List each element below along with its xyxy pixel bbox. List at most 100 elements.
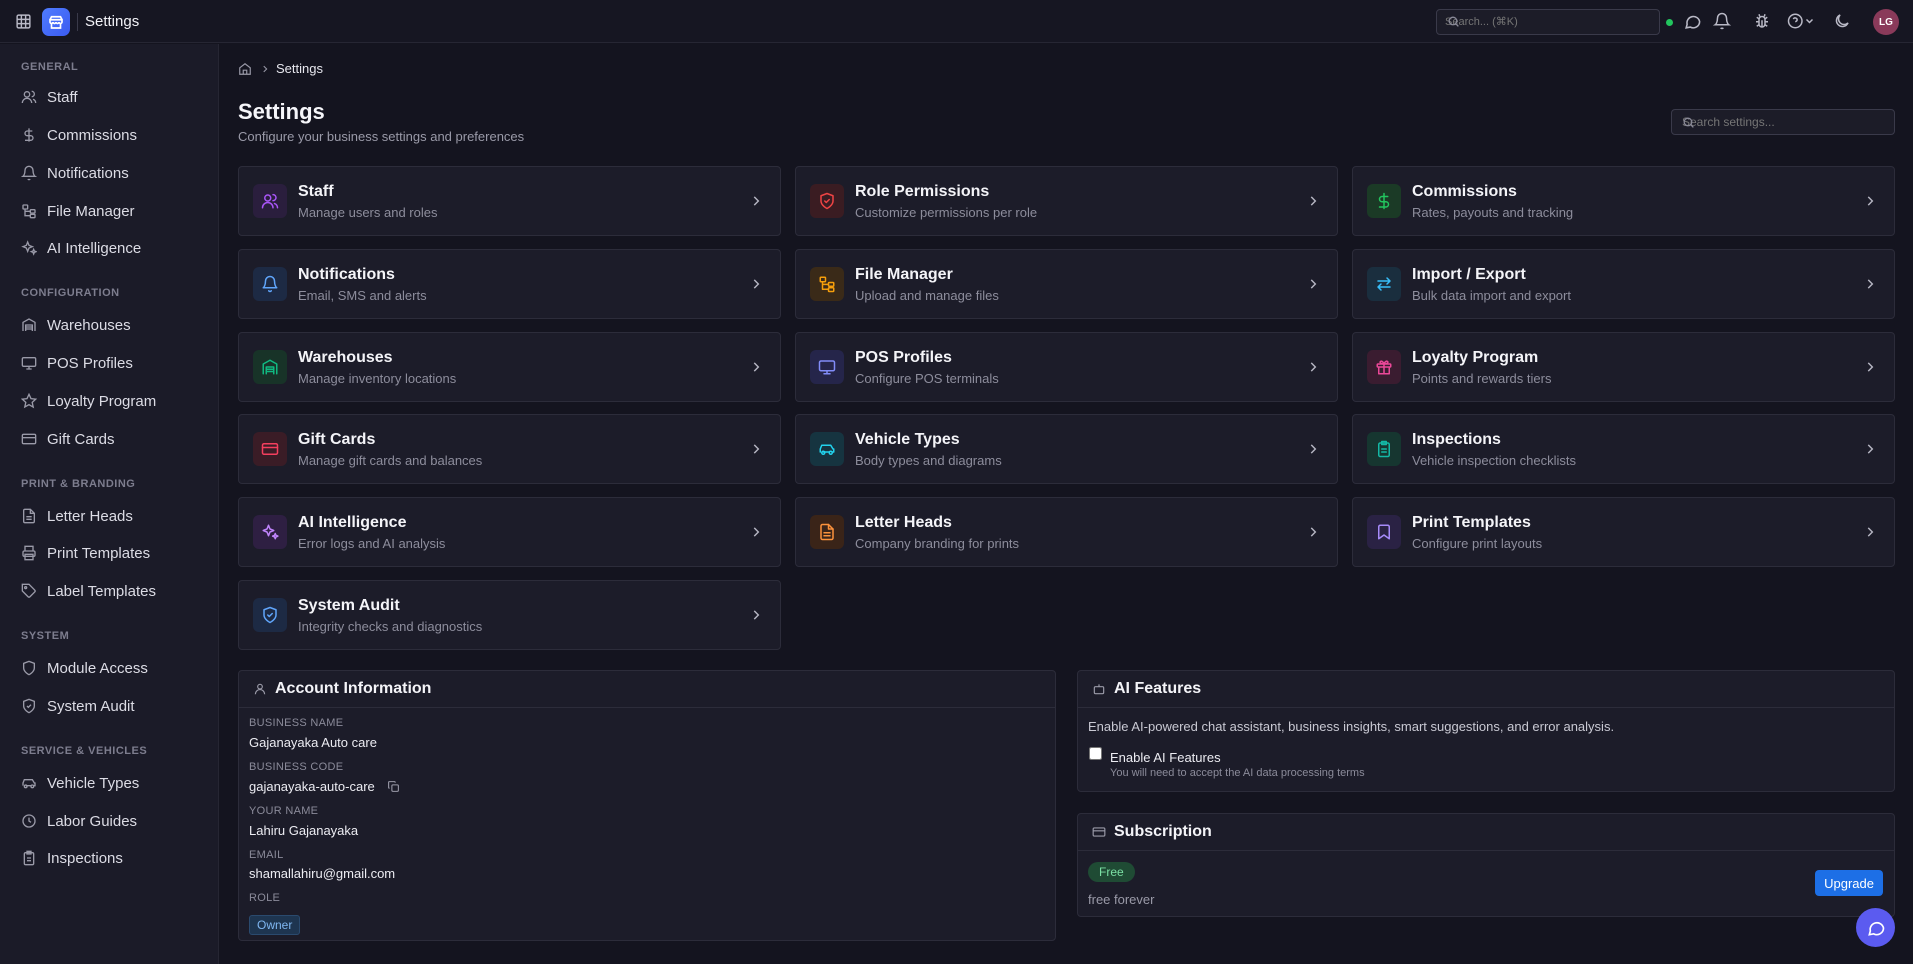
sidebar-item-ai-intelligence[interactable]: AI Intelligence [21, 233, 211, 263]
sidebar-item-commissions[interactable]: Commissions [21, 120, 211, 150]
bell-icon[interactable] [1713, 12, 1731, 30]
users-icon [253, 184, 287, 218]
sidebar-item-system-audit[interactable]: System Audit [21, 691, 211, 721]
dollar-icon [1367, 184, 1401, 218]
sidebar-item-label: Print Templates [47, 544, 151, 562]
your-name-label: YOUR NAME [249, 805, 319, 817]
panel-title: Subscription [1114, 823, 1212, 840]
chevron-right-icon [1863, 194, 1877, 208]
card-description: Vehicle inspection checklists [1412, 453, 1577, 468]
car-icon [21, 775, 39, 791]
card-description: Bulk data import and export [1412, 288, 1571, 303]
settings-card-print-templates[interactable]: Print Templates Configure print layouts [1352, 497, 1895, 567]
settings-card-staff[interactable]: Staff Manage users and roles [238, 166, 781, 236]
upgrade-button[interactable]: Upgrade [1815, 870, 1883, 896]
robot-icon [1092, 682, 1106, 696]
card-title: Print Templates [1412, 514, 1531, 531]
panel-header: AI Features [1078, 671, 1894, 708]
sidebar-section-system: SYSTEM [21, 630, 70, 642]
sidebar-item-letter-heads[interactable]: Letter Heads [21, 501, 211, 531]
settings-search-input[interactable] [1671, 109, 1895, 135]
sidebar-item-inspections[interactable]: Inspections [21, 843, 211, 873]
settings-card-pos-profiles[interactable]: POS Profiles Configure POS terminals [795, 332, 1338, 402]
card-title: Commissions [1412, 183, 1517, 200]
settings-card-warehouses[interactable]: Warehouses Manage inventory locations [238, 332, 781, 402]
top-bar: Settings LG [0, 0, 1913, 43]
chevron-right-icon [1306, 194, 1320, 208]
settings-card-system-audit[interactable]: System Audit Integrity checks and diagnos… [238, 580, 781, 650]
enable-ai-checkbox[interactable] [1089, 747, 1102, 760]
chevron-right-icon [1863, 442, 1877, 456]
home-icon[interactable] [238, 62, 252, 76]
document-icon [21, 508, 39, 524]
help-icon[interactable] [1787, 12, 1817, 30]
settings-card-gift-cards[interactable]: Gift Cards Manage gift cards and balances [238, 414, 781, 484]
settings-card-inspections[interactable]: Inspections Vehicle inspection checklists [1352, 414, 1895, 484]
sidebar-item-label-templates[interactable]: Label Templates [21, 576, 211, 606]
apps-grid-icon[interactable] [15, 13, 32, 30]
breadcrumb-current: Settings [276, 61, 323, 76]
sidebar-item-label: Module Access [47, 659, 148, 677]
settings-card-file-manager[interactable]: File Manager Upload and manage files [795, 249, 1338, 319]
sidebar-section-print-branding: PRINT & BRANDING [21, 478, 136, 490]
arrows-icon [1367, 267, 1401, 301]
page-subtitle: Configure your business settings and pre… [238, 129, 525, 144]
card-title: File Manager [855, 266, 953, 283]
sidebar-item-vehicle-types[interactable]: Vehicle Types [21, 768, 211, 798]
sidebar-item-warehouses[interactable]: Warehouses [21, 310, 211, 340]
shield-icon [21, 660, 39, 676]
bug-icon[interactable] [1753, 12, 1771, 30]
app-title: Settings [85, 13, 140, 30]
settings-card-commissions[interactable]: Commissions Rates, payouts and tracking [1352, 166, 1895, 236]
settings-card-ai-intelligence[interactable]: AI Intelligence Error logs and AI analysi… [238, 497, 781, 567]
settings-card-letter-heads[interactable]: Letter Heads Company branding for prints [795, 497, 1338, 567]
theme-toggle-icon[interactable] [1833, 12, 1851, 30]
card-description: Configure print layouts [1412, 536, 1543, 551]
sparkles-icon [21, 240, 39, 256]
card-title: Import / Export [1412, 266, 1526, 283]
panel-title: Account Information [275, 680, 432, 697]
copy-icon[interactable] [387, 780, 400, 793]
sidebar-item-print-templates[interactable]: Print Templates [21, 538, 211, 568]
enable-ai-label[interactable]: Enable AI Features [1110, 750, 1221, 765]
user-icon [253, 682, 267, 696]
card-icon [1092, 825, 1106, 839]
sparkles-icon [253, 515, 287, 549]
sidebar-item-labor-guides[interactable]: Labor Guides [21, 806, 211, 836]
chevron-right-icon [749, 442, 763, 456]
chat-icon[interactable] [1683, 12, 1702, 31]
sidebar-section-service-vehicles: SERVICE & VEHICLES [21, 745, 148, 757]
chat-assistant-button[interactable] [1856, 908, 1895, 947]
sidebar-item-loyalty-program[interactable]: Loyalty Program [21, 386, 211, 416]
sidebar-item-module-access[interactable]: Module Access [21, 653, 211, 683]
star-icon [21, 393, 39, 409]
app-logo[interactable] [42, 8, 70, 36]
role-label: ROLE [249, 892, 281, 904]
settings-card-import-export[interactable]: Import / Export Bulk data import and expo… [1352, 249, 1895, 319]
chevron-right-icon [1306, 277, 1320, 291]
chevron-right-icon [1863, 360, 1877, 374]
sidebar-item-pos-profiles[interactable]: POS Profiles [21, 348, 211, 378]
plan-badge: Free [1088, 862, 1135, 882]
settings-card-loyalty-program[interactable]: Loyalty Program Points and rewards tiers [1352, 332, 1895, 402]
settings-card-notifications[interactable]: Notifications Email, SMS and alerts [238, 249, 781, 319]
sidebar-item-notifications[interactable]: Notifications [21, 158, 211, 188]
sidebar-item-label: Staff [47, 88, 78, 106]
global-search-input[interactable] [1436, 9, 1660, 35]
panel-title: AI Features [1114, 680, 1202, 697]
tag-icon [21, 583, 39, 599]
card-description: Upload and manage files [855, 288, 999, 303]
sidebar-item-gift-cards[interactable]: Gift Cards [21, 424, 211, 454]
plan-description: free forever [1088, 892, 1155, 907]
settings-card-role-permissions[interactable]: Role Permissions Customize permissions pe… [795, 166, 1338, 236]
chevron-right-icon [749, 525, 763, 539]
sidebar-item-file-manager[interactable]: File Manager [21, 196, 211, 226]
sidebar-item-staff[interactable]: Staff [21, 82, 211, 112]
settings-card-vehicle-types[interactable]: Vehicle Types Body types and diagrams [795, 414, 1338, 484]
avatar[interactable]: LG [1873, 9, 1899, 35]
printer-icon [21, 545, 39, 561]
card-description: Company branding for prints [855, 536, 1020, 551]
warehouse-icon [21, 317, 39, 333]
document-icon [810, 515, 844, 549]
chevron-right-icon [1306, 360, 1320, 374]
